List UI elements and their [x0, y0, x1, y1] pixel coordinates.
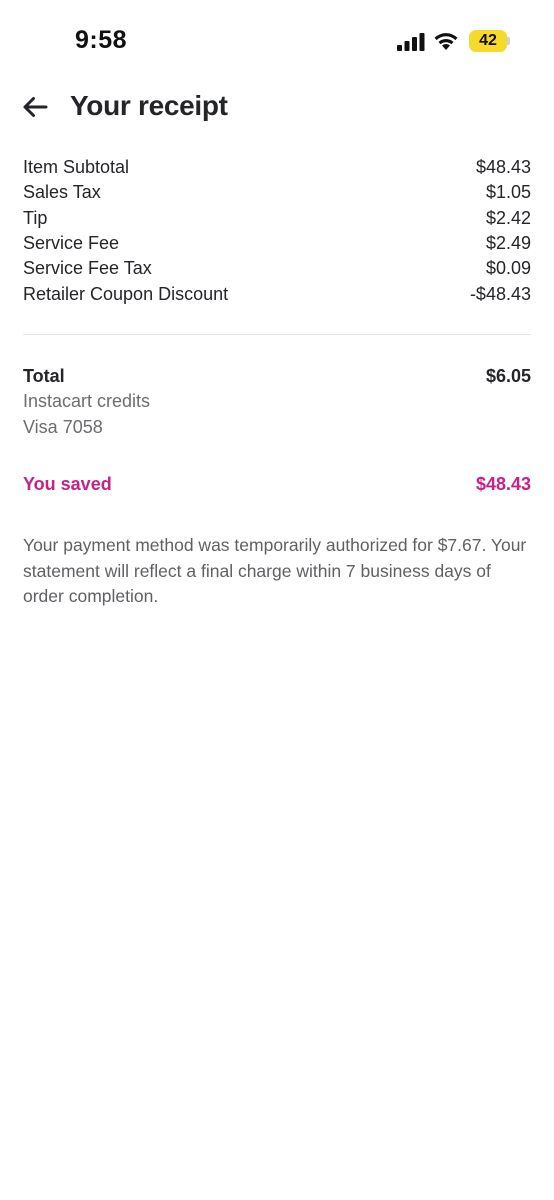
fee-label: Sales Tax: [23, 182, 101, 203]
status-time: 9:58: [75, 26, 128, 54]
total-label: Total: [23, 366, 65, 387]
battery-cap: [507, 37, 510, 45]
fee-amount: $2.42: [485, 207, 531, 228]
fee-row-service-fee-tax: Service Fee Tax $0.09: [23, 256, 531, 281]
status-bar: 9:58 42: [0, 0, 554, 84]
signal-icon: [397, 33, 425, 56]
battery-icon: 42: [469, 30, 507, 52]
fee-amount: $48.43: [475, 157, 531, 178]
payment-method-label: Visa 7058: [23, 416, 103, 437]
page-title: Your receipt: [70, 90, 228, 121]
fee-list: Item Subtotal $48.43 Sales Tax $1.05 Tip…: [23, 155, 531, 307]
savings-amount: $48.43: [475, 474, 531, 494]
fee-row-tip: Tip $2.42: [23, 206, 531, 231]
fee-label: Retailer Coupon Discount: [23, 283, 229, 304]
wifi-icon: [433, 31, 459, 56]
total-amount: $6.05: [485, 366, 531, 387]
payment-method-label: Instacart credits: [23, 391, 151, 412]
fee-row-sales-tax: Sales Tax $1.05: [23, 180, 531, 205]
back-button[interactable]: [18, 90, 52, 124]
savings-row: You saved $48.43: [23, 474, 531, 500]
total-row: Total $6.05: [23, 364, 531, 389]
fee-row-item-subtotal: Item Subtotal $48.43: [23, 155, 531, 180]
fee-label: Service Fee: [23, 233, 120, 254]
payment-line-credits: Instacart credits: [23, 389, 531, 414]
fee-amount: $2.49: [485, 233, 531, 254]
fee-amount: -$48.43: [469, 283, 531, 304]
header: Your receipt: [0, 84, 554, 128]
savings-label: You saved: [23, 474, 112, 494]
divider: [23, 334, 531, 335]
receipt-screen: 9:58 42 Your receipt Item Subtotal $48.4…: [0, 0, 554, 1200]
fee-label: Item Subtotal: [23, 157, 130, 178]
battery-level: 42: [479, 32, 497, 49]
fee-label: Service Fee Tax: [23, 258, 152, 279]
fee-row-service-fee: Service Fee $2.49: [23, 231, 531, 256]
fee-row-coupon-discount: Retailer Coupon Discount -$48.43: [23, 281, 531, 306]
arrow-left-icon: [23, 97, 48, 117]
authorization-note: Your payment method was temporarily auth…: [23, 535, 527, 606]
fee-amount: $1.05: [485, 182, 531, 203]
fee-amount: $0.09: [485, 258, 531, 279]
fee-label: Tip: [23, 207, 48, 228]
payment-line-card: Visa 7058: [23, 415, 531, 440]
total-section: Total $6.05 Instacart credits Visa 7058: [23, 364, 531, 440]
